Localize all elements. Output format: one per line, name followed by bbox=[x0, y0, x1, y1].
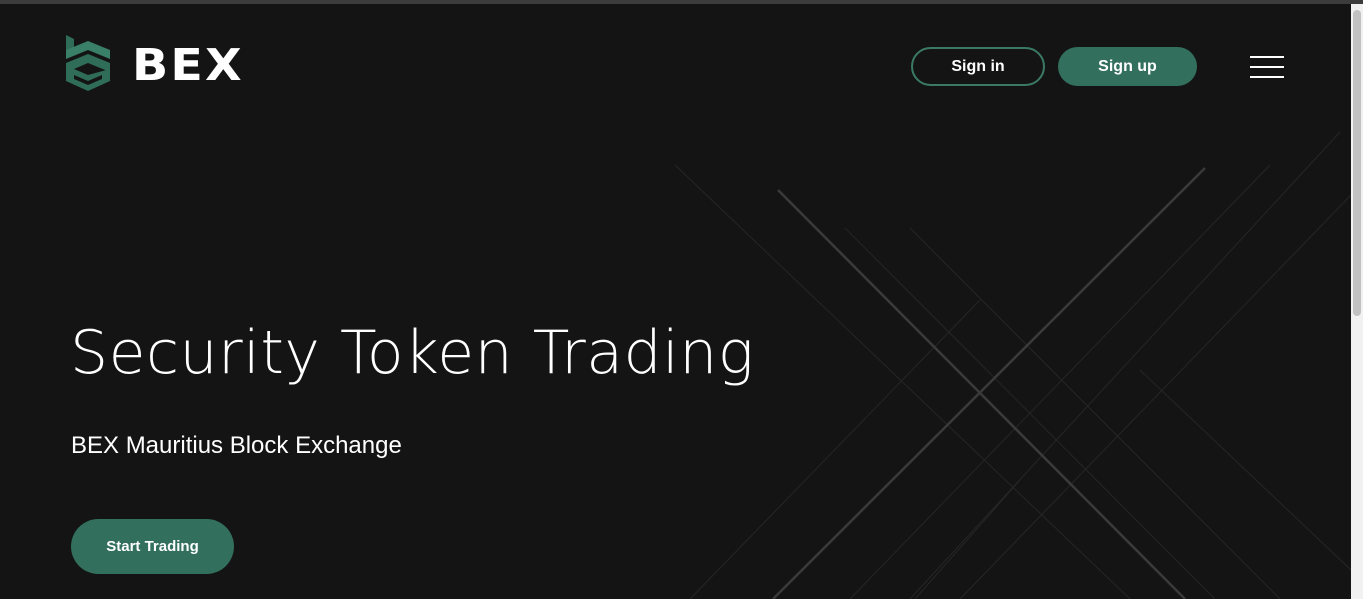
start-trading-button[interactable]: Start Trading bbox=[71, 519, 234, 574]
hero-subtitle: BEX Mauritius Block Exchange bbox=[71, 432, 402, 459]
sign-up-button[interactable]: Sign up bbox=[1058, 47, 1197, 86]
page-scrollbar[interactable] bbox=[1351, 4, 1363, 599]
bex-logo[interactable]: BEX bbox=[64, 33, 242, 99]
bex-logo-mark-icon bbox=[66, 35, 110, 91]
logo-text: BEX bbox=[132, 40, 244, 91]
site-header: BEX Sign in Sign up bbox=[0, 0, 1351, 130]
hamburger-bar bbox=[1250, 76, 1284, 78]
hamburger-menu-icon[interactable] bbox=[1250, 56, 1284, 78]
hero-title: Security Token Trading bbox=[70, 318, 755, 388]
hamburger-bar bbox=[1250, 56, 1284, 58]
hamburger-bar bbox=[1250, 66, 1284, 68]
scrollbar-thumb[interactable] bbox=[1353, 10, 1361, 316]
sign-in-button[interactable]: Sign in bbox=[911, 47, 1045, 86]
